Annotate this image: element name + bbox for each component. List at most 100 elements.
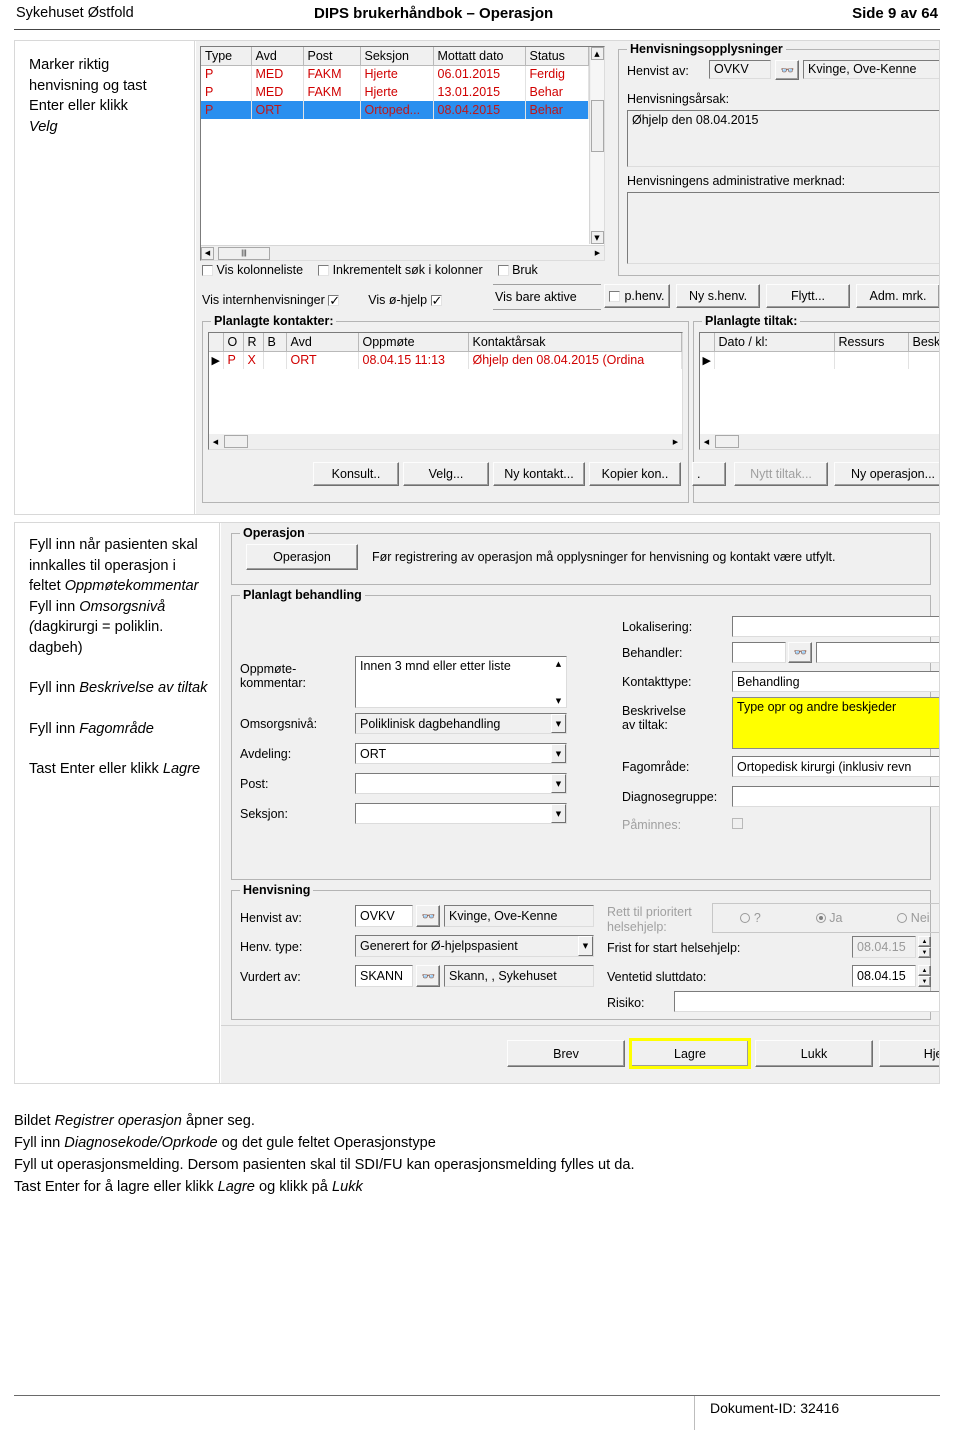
referral-list-table[interactable]: Type Avd Post Seksjon Mottatt dato Statu…	[201, 47, 589, 119]
col-seksjon[interactable]: Seksjon	[360, 47, 434, 66]
table-row-selected[interactable]: P ORT Ortoped... 08.04.2015 Behar	[201, 101, 589, 119]
pc-scroll-left-icon[interactable]: ◀	[209, 435, 222, 448]
reason-scroll-down-icon[interactable]: ▼	[936, 153, 939, 166]
button-partial[interactable]: .	[692, 462, 726, 486]
radiogroup-rett-til-prioritert[interactable]: ? Ja Nei	[712, 903, 939, 933]
note-scroll-up-icon[interactable]: ▲	[936, 193, 939, 206]
combo-lokalisering[interactable]: ▼	[732, 616, 939, 637]
reason-scroll-up-icon[interactable]: ▲	[936, 111, 939, 124]
reason-scrollbar[interactable]: ▲ ▼	[935, 111, 939, 166]
textarea-beskrivelse-av-tiltak[interactable]: Type opr og andre beskjeder ▲ ▼	[732, 697, 939, 749]
spinner-ventetid[interactable]: ▲ ▼	[918, 965, 931, 987]
spinner-frist[interactable]: ▲ ▼	[918, 936, 931, 958]
scroll-up-icon[interactable]: ▲	[590, 47, 604, 60]
scroll-down-icon[interactable]: ▼	[590, 231, 604, 244]
table-row[interactable]: P MED FAKM Hjerte 13.01.2015 Behar	[201, 83, 589, 101]
col-b[interactable]: B	[263, 333, 287, 352]
col-mottatt[interactable]: Mottatt dato	[433, 47, 526, 66]
combo-kontakttype[interactable]: Behandling ▼	[732, 671, 939, 692]
input-vurdert-av-code[interactable]: SKANN	[355, 965, 413, 987]
button-velg[interactable]: Velg...	[403, 462, 489, 486]
col-ressurs[interactable]: Ressurs	[834, 333, 909, 352]
note-scroll-down-icon[interactable]: ▼	[936, 250, 939, 263]
hscroll-thumb[interactable]: |||	[218, 246, 270, 260]
input-behandler-code[interactable]	[732, 642, 786, 663]
input-ventetid-sluttdato[interactable]: 08.04.15	[852, 965, 916, 987]
col-avd[interactable]: Avd	[251, 47, 304, 66]
button-lukk[interactable]: Lukk	[755, 1040, 873, 1067]
combo-henv-type[interactable]: Generert for Ø-hjelpspasient ▼	[355, 935, 594, 957]
col-beskrivelse[interactable]: Beskriv	[908, 333, 939, 352]
combo-diagnosegruppe[interactable]: ▼	[732, 786, 939, 807]
table-row[interactable]: P MED FAKM Hjerte 06.01.2015 Ferdig	[201, 65, 589, 83]
spinner-down-icon-frist[interactable]: ▼	[918, 947, 931, 958]
combo-risiko[interactable]: ▼	[674, 991, 939, 1012]
col-status[interactable]: Status	[525, 47, 589, 66]
table-row[interactable]: ▶ P X ORT 08.04.15 11:13 Øhjelp den 08.0…	[209, 351, 682, 369]
pm-scroll-left-icon[interactable]: ◀	[700, 435, 713, 448]
oppmote-scroll-down-icon[interactable]: ▼	[552, 694, 565, 707]
binoculars-icon-behandler[interactable]: 👓	[788, 642, 812, 663]
textarea-oppmotekommentar[interactable]: Innen 3 mnd eller etter liste ▲ ▼	[355, 656, 567, 708]
button-konsult[interactable]: Konsult..	[313, 462, 399, 486]
checkbox-paminnes[interactable]	[732, 818, 743, 829]
combo-fagomrade[interactable]: Ortopedisk kirurgi (inklusiv revn ▼	[732, 756, 939, 777]
button-ny-kontakt[interactable]: Ny kontakt...	[493, 462, 585, 486]
planned-measures-table[interactable]: Dato / kl: Ressurs Beskriv ▶	[700, 333, 939, 369]
chevron-down-icon[interactable]: ▼	[551, 714, 566, 733]
button-operasjon[interactable]: Operasjon	[246, 544, 358, 570]
spinner-up-icon-frist[interactable]: ▲	[918, 936, 931, 947]
radio-icon-unknown[interactable]	[740, 913, 751, 923]
pc-hscroll-thumb[interactable]	[224, 435, 248, 448]
button-ny-operasjon[interactable]: Ny operasjon...	[834, 462, 939, 486]
pm-hscroll-thumb[interactable]	[715, 435, 739, 448]
button-adm-mrk[interactable]: Adm. mrk.	[856, 284, 939, 308]
button-flytt[interactable]: Flytt...	[766, 284, 850, 308]
input-henvist-av-name[interactable]: Kvinge, Ove-Kenne	[803, 60, 939, 79]
checkbox-vis-ohjelp[interactable]	[430, 291, 442, 313]
button-brev[interactable]: Brev	[507, 1040, 625, 1067]
table-row[interactable]: ▶	[700, 351, 939, 369]
radio-option-ja[interactable]: Ja	[815, 911, 842, 925]
chevron-down-icon[interactable]: ▼	[551, 774, 566, 793]
chevron-down-icon[interactable]: ▼	[551, 804, 566, 823]
col-avd[interactable]: Avd	[286, 333, 359, 352]
scroll-left-icon[interactable]: ◀	[201, 246, 214, 260]
chevron-down-icon[interactable]: ▼	[551, 744, 566, 763]
radio-icon-nei[interactable]	[897, 913, 908, 923]
button-nytt-tiltak[interactable]: Nytt tiltak...	[734, 462, 828, 486]
referral-list-hscrollbar[interactable]: ◀ ||| ▶	[201, 245, 604, 260]
button-ny-s-henv[interactable]: Ny s.henv.	[676, 284, 760, 308]
button-kopier-kontakt[interactable]: Kopier kon..	[589, 462, 681, 486]
button-lagre[interactable]: Lagre	[629, 1038, 751, 1069]
input-henvist-av-code[interactable]: OVKV	[709, 60, 771, 79]
checkbox-bruk[interactable]	[497, 265, 509, 276]
col-oppmote[interactable]: Oppmøte	[358, 333, 469, 352]
binoculars-icon-henvist-av[interactable]: 👓	[775, 60, 799, 80]
checkbox-vis-kolonneliste[interactable]	[202, 265, 213, 276]
radio-option-nei[interactable]: Nei	[897, 911, 930, 925]
oppmote-scrollbar[interactable]: ▲ ▼	[551, 657, 566, 707]
combo-seksjon[interactable]: ▼	[355, 803, 567, 824]
referral-list-vscrollbar[interactable]: ▲ ▼	[589, 47, 604, 244]
col-o[interactable]: O	[223, 333, 244, 352]
button-hjelp[interactable]: Hjelp	[879, 1040, 939, 1067]
button-p-henv[interactable]: p.henv.	[604, 284, 670, 308]
planned-contacts-hscrollbar[interactable]: ◀ ▶	[209, 434, 682, 449]
binoculars-icon-vurdert-av[interactable]: 👓	[416, 965, 440, 987]
col-kontaktarsak[interactable]: Kontaktårsak	[468, 333, 682, 352]
col-post[interactable]: Post	[303, 47, 361, 66]
spinner-down-icon-ventetid[interactable]: ▼	[918, 976, 931, 987]
col-dato-kl[interactable]: Dato / kl:	[714, 333, 835, 352]
col-type[interactable]: Type	[201, 47, 252, 66]
col-r[interactable]: R	[243, 333, 264, 352]
checkbox-vis-internhenvisninger[interactable]	[328, 291, 340, 313]
binoculars-icon-henvist-av-2[interactable]: 👓	[416, 905, 440, 927]
radio-option-unknown[interactable]: ?	[740, 911, 761, 925]
spinner-up-icon-ventetid[interactable]: ▲	[918, 965, 931, 976]
input-henvist-av-name-2[interactable]: Kvinge, Ove-Kenne	[444, 905, 594, 927]
pc-scroll-right-icon[interactable]: ▶	[669, 435, 682, 448]
combo-avdeling[interactable]: ORT ▼	[355, 743, 567, 764]
planned-contacts-table[interactable]: O R B Avd Oppmøte Kontaktårsak ▶ P X ORT…	[209, 333, 682, 369]
input-henvist-av-code-2[interactable]: OVKV	[355, 905, 413, 927]
